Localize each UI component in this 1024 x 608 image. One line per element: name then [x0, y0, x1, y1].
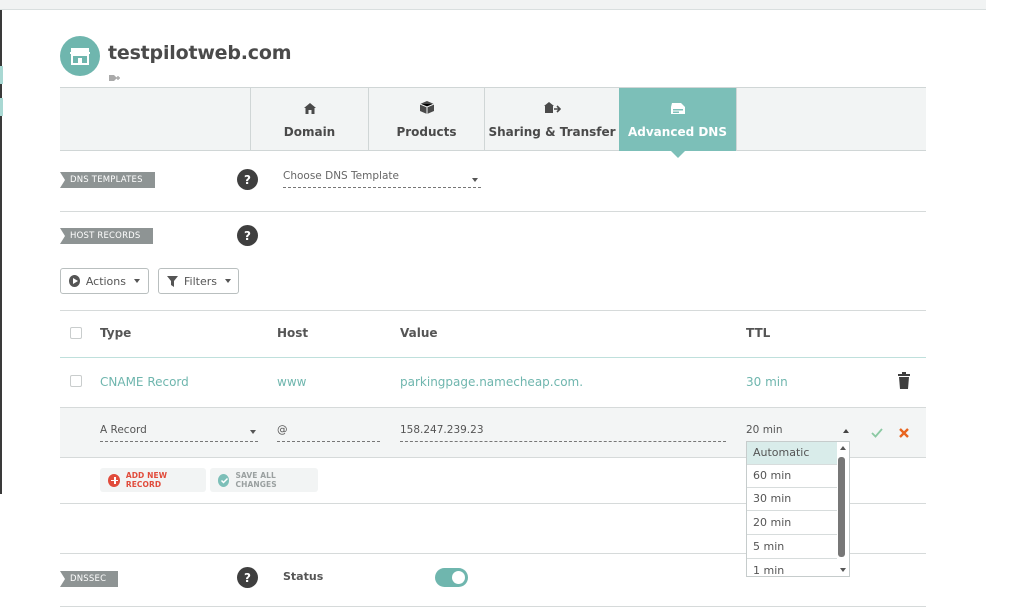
help-icon[interactable]: ?: [237, 169, 258, 190]
scroll-down-icon[interactable]: [840, 568, 846, 572]
caret-up-icon: [843, 429, 849, 433]
dns-template-select[interactable]: Choose DNS Template: [283, 170, 481, 188]
ttl-option[interactable]: 30 min: [747, 488, 837, 511]
share-transfer-icon: [543, 100, 562, 119]
help-icon[interactable]: ?: [237, 225, 258, 246]
check-circle-icon: [218, 473, 230, 487]
save-all-changes-label: SAVE ALL CHANGES: [235, 471, 277, 489]
dnssec-status-label: Status: [283, 570, 324, 583]
caret-down-icon: [250, 430, 256, 434]
host-input[interactable]: @: [277, 424, 380, 442]
record-type-select[interactable]: A Record: [100, 424, 258, 442]
record-type-value: A Record: [100, 424, 147, 436]
select-all-checkbox[interactable]: [70, 327, 82, 339]
record-value[interactable]: parkingpage.namecheap.com.: [400, 375, 583, 389]
record-host[interactable]: www: [277, 375, 306, 389]
value-input[interactable]: 158.247.239.23: [400, 424, 726, 442]
dns-template-placeholder: Choose DNS Template: [283, 170, 399, 182]
value-input-value: 158.247.239.23: [400, 424, 484, 436]
ttl-option[interactable]: 5 min: [747, 536, 837, 559]
record-ttl[interactable]: 30 min: [746, 375, 788, 389]
scroll-up-icon[interactable]: [840, 446, 846, 450]
column-header-type[interactable]: Type: [100, 326, 131, 340]
caret-down-icon: [472, 178, 478, 182]
section-tag-dnssec: DNSSEC: [60, 571, 119, 587]
divider: [60, 606, 926, 607]
domain-tabs: Domain Products Sharing & Transfer Advan…: [60, 87, 926, 158]
section-tag-host-records: HOST RECORDS: [60, 228, 153, 244]
filter-icon: [167, 275, 178, 287]
ttl-option[interactable]: 20 min: [747, 512, 837, 535]
trash-icon[interactable]: [898, 372, 910, 393]
top-bar: [0, 0, 986, 10]
tab-label: Advanced DNS: [627, 125, 727, 139]
help-icon[interactable]: ?: [237, 567, 258, 588]
add-new-record-label: ADD NEW RECORD: [125, 471, 168, 489]
dnssec-toggle[interactable]: [435, 568, 468, 587]
tab-label: Sharing & Transfer: [488, 125, 616, 139]
cancel-x-icon[interactable]: [898, 424, 910, 443]
caret-down-icon: [134, 279, 140, 283]
section-tag-dns-templates: DNS TEMPLATES: [60, 172, 155, 188]
ttl-option[interactable]: 1 min: [747, 560, 837, 576]
dropdown-scrollbar[interactable]: [836, 442, 848, 576]
ttl-option[interactable]: Automatic: [747, 442, 837, 465]
ttl-select[interactable]: 20 min: [746, 424, 852, 442]
dns-server-icon: [669, 100, 687, 119]
record-type[interactable]: CNAME Record: [100, 375, 189, 389]
caret-down-icon: [224, 279, 231, 283]
ttl-option[interactable]: 60 min: [747, 465, 837, 488]
tab-divider: [736, 88, 737, 151]
box-icon: [419, 100, 435, 119]
column-header-value[interactable]: Value: [400, 326, 438, 340]
ttl-select-value: 20 min: [746, 424, 783, 436]
filters-button[interactable]: Filters: [158, 268, 239, 294]
tab-domain[interactable]: Domain: [250, 88, 368, 151]
add-new-record-button[interactable]: ADD NEW RECORD: [100, 468, 206, 492]
actions-label: Actions: [85, 274, 126, 288]
column-header-host[interactable]: Host: [277, 326, 308, 340]
actions-button[interactable]: Actions: [60, 268, 149, 294]
filters-label: Filters: [184, 274, 217, 288]
ttl-dropdown: Automatic 60 min 30 min 20 min 5 min 1 m…: [746, 441, 850, 577]
host-input-value: @: [277, 424, 288, 436]
left-edge-marker: [0, 98, 3, 116]
tab-label: Domain: [283, 125, 336, 139]
tab-label: Products: [396, 125, 457, 139]
divider: [60, 211, 926, 212]
confirm-check-icon[interactable]: [871, 424, 883, 443]
plus-circle-icon: [108, 473, 120, 487]
divider: [60, 407, 926, 408]
play-circle-icon: [69, 275, 80, 287]
save-all-changes-button[interactable]: SAVE ALL CHANGES: [210, 468, 318, 492]
tab-advanced-dns[interactable]: Advanced DNS: [619, 88, 736, 158]
scroll-thumb[interactable]: [838, 457, 845, 557]
column-header-ttl[interactable]: TTL: [746, 326, 770, 340]
divider: [60, 310, 926, 311]
tab-products[interactable]: Products: [368, 88, 484, 151]
tab-sharing-transfer[interactable]: Sharing & Transfer: [484, 88, 619, 151]
row-checkbox[interactable]: [70, 375, 82, 387]
home-icon: [303, 100, 317, 119]
tag-add-icon[interactable]: [108, 68, 122, 87]
storefront-icon: [60, 36, 100, 76]
domain-title: testpilotweb.com: [108, 42, 292, 64]
left-edge-marker: [0, 66, 3, 84]
divider: [60, 357, 926, 358]
